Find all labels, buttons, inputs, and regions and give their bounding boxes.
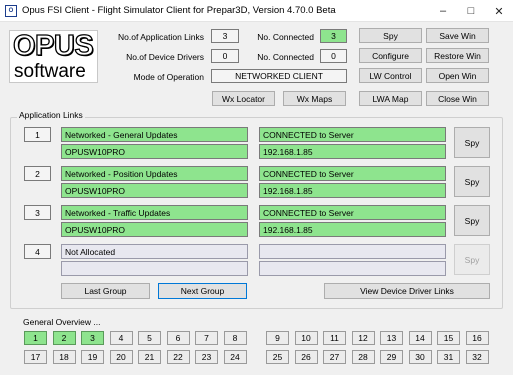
overview-slot-6: 6 bbox=[166, 331, 190, 345]
overview-slot-27: 27 bbox=[323, 350, 346, 364]
overview-slot-15: 15 bbox=[437, 331, 460, 345]
spy-button[interactable]: Spy bbox=[359, 28, 422, 43]
link-number-1: 1 bbox=[24, 127, 51, 142]
logo-subtitle: software bbox=[14, 61, 86, 82]
close-icon[interactable]: ✕ bbox=[485, 0, 513, 22]
overview-slot-24: 24 bbox=[223, 350, 247, 364]
link-number-3: 3 bbox=[24, 205, 51, 220]
view-device-driver-links-button[interactable]: View Device Driver Links bbox=[324, 283, 490, 299]
app-links-count-value: 3 bbox=[211, 29, 239, 43]
overview-slot-23: 23 bbox=[195, 350, 218, 364]
maximize-icon[interactable]: □ bbox=[457, 0, 485, 22]
configure-button[interactable]: Configure bbox=[359, 48, 422, 63]
opus-logo: OPUS software bbox=[9, 30, 98, 83]
wx-maps-button[interactable]: Wx Maps bbox=[283, 91, 346, 106]
overview-slot-17: 17 bbox=[24, 350, 47, 364]
overview-slot-11: 11 bbox=[323, 331, 346, 345]
overview-slot-20: 20 bbox=[109, 350, 133, 364]
mode-value: NETWORKED CLIENT bbox=[211, 69, 347, 83]
general-overview-label: General Overview ... bbox=[23, 317, 101, 327]
link-number-2: 2 bbox=[24, 166, 51, 181]
overview-slot-5: 5 bbox=[138, 331, 161, 345]
overview-slot-26: 26 bbox=[294, 350, 318, 364]
close-win-button[interactable]: Close Win bbox=[426, 91, 489, 106]
overview-slot-28: 28 bbox=[351, 350, 375, 364]
overview-slot-9: 9 bbox=[266, 331, 289, 345]
overview-slot-31: 31 bbox=[437, 350, 460, 364]
link-3-spy-button[interactable]: Spy bbox=[454, 205, 490, 236]
overview-slot-19: 19 bbox=[81, 350, 104, 364]
connected-links-value: 3 bbox=[320, 29, 347, 43]
overview-slot-8: 8 bbox=[223, 331, 247, 345]
link-3-status: CONNECTED to Server bbox=[259, 205, 446, 220]
overview-slot-12: 12 bbox=[351, 331, 375, 345]
overview-slot-30: 30 bbox=[408, 350, 432, 364]
overview-slot-10: 10 bbox=[294, 331, 318, 345]
next-group-button[interactable]: Next Group bbox=[158, 283, 247, 299]
open-win-button[interactable]: Open Win bbox=[426, 68, 489, 83]
logo-wordmark: OPUS bbox=[12, 30, 94, 62]
device-drivers-count-label: No.of Device Drivers bbox=[126, 52, 204, 62]
overview-slot-2: 2 bbox=[52, 331, 76, 345]
link-4-ip bbox=[259, 261, 446, 276]
overview-slot-29: 29 bbox=[380, 350, 403, 364]
overview-slot-4: 4 bbox=[109, 331, 133, 345]
last-group-button[interactable]: Last Group bbox=[61, 283, 150, 299]
link-1-status: CONNECTED to Server bbox=[259, 127, 446, 142]
connected-drivers-label: No. Connected bbox=[257, 52, 314, 62]
link-4-name: Not Allocated bbox=[61, 244, 248, 259]
link-2-host: OPUSW10PRO bbox=[61, 183, 248, 198]
app-icon: O bbox=[5, 5, 17, 17]
overview-slot-14: 14 bbox=[408, 331, 432, 345]
overview-slot-13: 13 bbox=[380, 331, 403, 345]
wx-locator-button[interactable]: Wx Locator bbox=[212, 91, 275, 106]
application-links-label: Application Links bbox=[17, 110, 85, 120]
link-1-name: Networked - General Updates bbox=[61, 127, 248, 142]
link-2-ip: 192.168.1.85 bbox=[259, 183, 446, 198]
lwa-map-button[interactable]: LWA Map bbox=[359, 91, 422, 106]
link-3-host: OPUSW10PRO bbox=[61, 222, 248, 237]
lw-control-button[interactable]: LW Control bbox=[359, 68, 422, 83]
link-number-4: 4 bbox=[24, 244, 51, 259]
save-win-button[interactable]: Save Win bbox=[426, 28, 489, 43]
app-links-count-label: No.of Application Links bbox=[118, 32, 204, 42]
connected-links-label: No. Connected bbox=[257, 32, 314, 42]
overview-slot-3: 3 bbox=[81, 331, 104, 345]
minimize-icon[interactable]: – bbox=[429, 0, 457, 22]
link-2-spy-button[interactable]: Spy bbox=[454, 166, 490, 197]
window-title: Opus FSI Client - Flight Simulator Clien… bbox=[22, 5, 336, 16]
overview-slot-1: 1 bbox=[24, 331, 47, 345]
device-drivers-count-value: 0 bbox=[211, 49, 239, 63]
overview-slot-18: 18 bbox=[52, 350, 76, 364]
link-4-spy-button[interactable]: Spy bbox=[454, 244, 490, 275]
link-3-name: Networked - Traffic Updates bbox=[61, 205, 248, 220]
restore-win-button[interactable]: Restore Win bbox=[426, 48, 489, 63]
overview-slot-21: 21 bbox=[138, 350, 161, 364]
link-1-ip: 192.168.1.85 bbox=[259, 144, 446, 159]
mode-label: Mode of Operation bbox=[133, 72, 204, 82]
link-2-status: CONNECTED to Server bbox=[259, 166, 446, 181]
overview-slot-32: 32 bbox=[465, 350, 489, 364]
link-1-host: OPUSW10PRO bbox=[61, 144, 248, 159]
overview-slot-25: 25 bbox=[266, 350, 289, 364]
connected-drivers-value: 0 bbox=[320, 49, 347, 63]
link-4-status bbox=[259, 244, 446, 259]
link-1-spy-button[interactable]: Spy bbox=[454, 127, 490, 158]
link-3-ip: 192.168.1.85 bbox=[259, 222, 446, 237]
link-4-host bbox=[61, 261, 248, 276]
overview-slot-16: 16 bbox=[465, 331, 489, 345]
overview-slot-7: 7 bbox=[195, 331, 218, 345]
overview-slot-22: 22 bbox=[166, 350, 190, 364]
link-2-name: Networked - Position Updates bbox=[61, 166, 248, 181]
